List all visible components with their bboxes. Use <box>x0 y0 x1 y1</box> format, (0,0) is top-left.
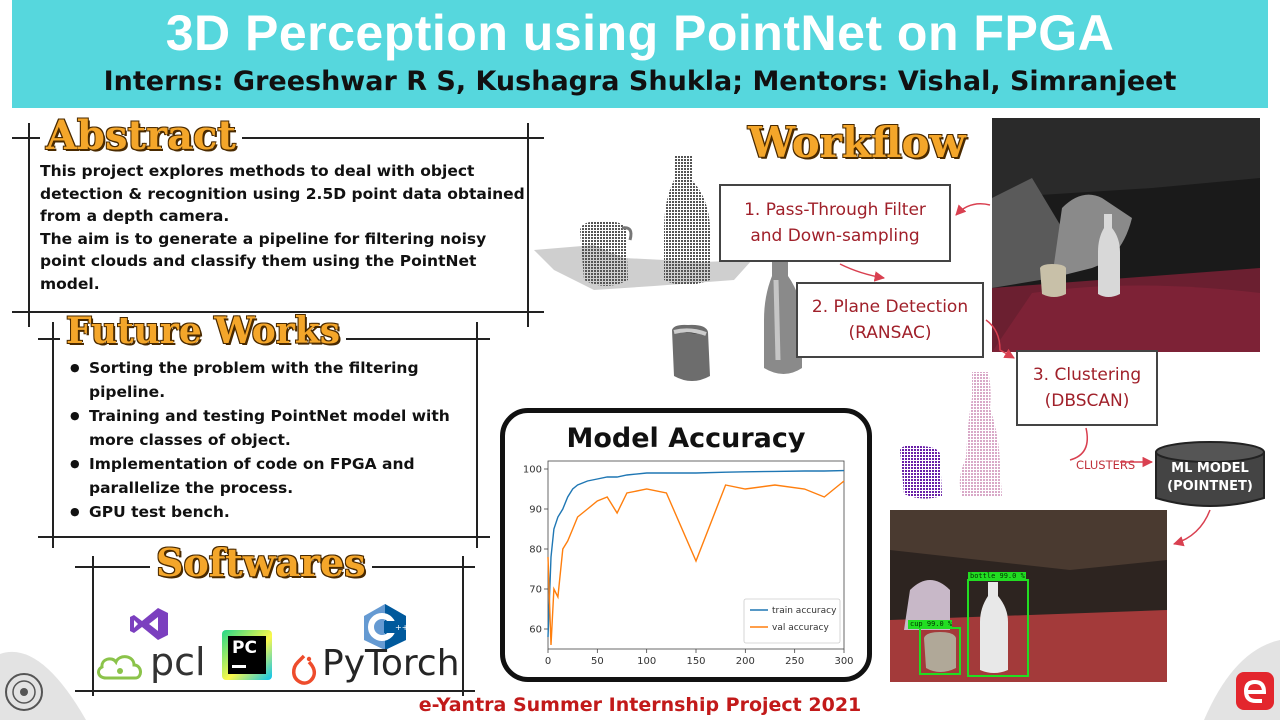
visual-studio-icon <box>130 608 168 640</box>
list-item: Training and testing PointNet model with… <box>70 404 470 452</box>
abstract-frame-left <box>28 123 30 327</box>
detection-label-bottle: bottle 99.0 % <box>970 572 1025 580</box>
workflow-heading: Workflow <box>742 122 972 164</box>
y-tick-label: 70 <box>529 585 542 596</box>
softwares-heading: Softwares <box>150 544 372 582</box>
title-banner: 3D Perception using PointNet on FPGA Int… <box>12 0 1268 108</box>
future-frame-right <box>476 322 478 548</box>
future-works-list: Sorting the problem with the filtering p… <box>70 356 470 524</box>
x-tick-label: 0 <box>545 656 551 667</box>
pcl-logo-text: pcl <box>150 640 206 684</box>
pycharm-icon-text: PC <box>232 638 257 658</box>
legend-label: val accuracy <box>772 623 829 633</box>
y-tick-label: 60 <box>529 625 542 636</box>
future-frame-bottom <box>38 536 490 538</box>
list-item: GPU test bench. <box>70 500 470 524</box>
y-tick-label: 80 <box>529 545 542 556</box>
x-tick-label: 50 <box>591 656 604 667</box>
y-tick-label: 90 <box>529 505 542 516</box>
workflow-arrows <box>839 203 1211 547</box>
detection-label-cup: cup 99.0 % <box>910 620 953 628</box>
x-tick-label: 250 <box>785 656 804 667</box>
softwares-frame-right <box>462 556 464 696</box>
legend-label: train accuracy <box>772 606 837 616</box>
pcl-cloud-icon <box>97 655 142 680</box>
abstract-heading: Abstract <box>40 116 242 156</box>
pytorch-flame-icon <box>292 654 317 685</box>
page-title: 3D Perception using PointNet on FPGA <box>165 5 1115 61</box>
y-tick-label: 100 <box>523 465 542 476</box>
softwares-frame-bottom <box>75 690 475 692</box>
list-item: Sorting the problem with the filtering p… <box>70 356 470 404</box>
x-tick-label: 200 <box>736 656 755 667</box>
future-frame-left <box>52 322 54 548</box>
abstract-paragraph-1: This project explores methods to deal wi… <box>40 162 525 225</box>
future-works-heading: Future Works <box>60 313 346 349</box>
abstract-body: This project explores methods to deal wi… <box>40 160 525 295</box>
list-item: Implementation of code on FPGA and paral… <box>70 452 470 500</box>
x-tick-label: 150 <box>686 656 705 667</box>
x-tick-label: 100 <box>637 656 656 667</box>
footer-text: e-Yantra Summer Internship Project 2021 <box>418 694 862 716</box>
abstract-frame-right <box>527 123 529 327</box>
pycharm-icon: PC <box>222 630 272 680</box>
abstract-paragraph-2: The aim is to generate a pipeline for fi… <box>40 229 487 293</box>
x-tick-label: 300 <box>834 656 853 667</box>
page-subtitle: Interns: Greeshwar R S, Kushagra Shukla;… <box>103 66 1177 97</box>
pytorch-logo-text: PyTorch <box>322 643 460 684</box>
svg-text:++: ++ <box>395 623 408 632</box>
